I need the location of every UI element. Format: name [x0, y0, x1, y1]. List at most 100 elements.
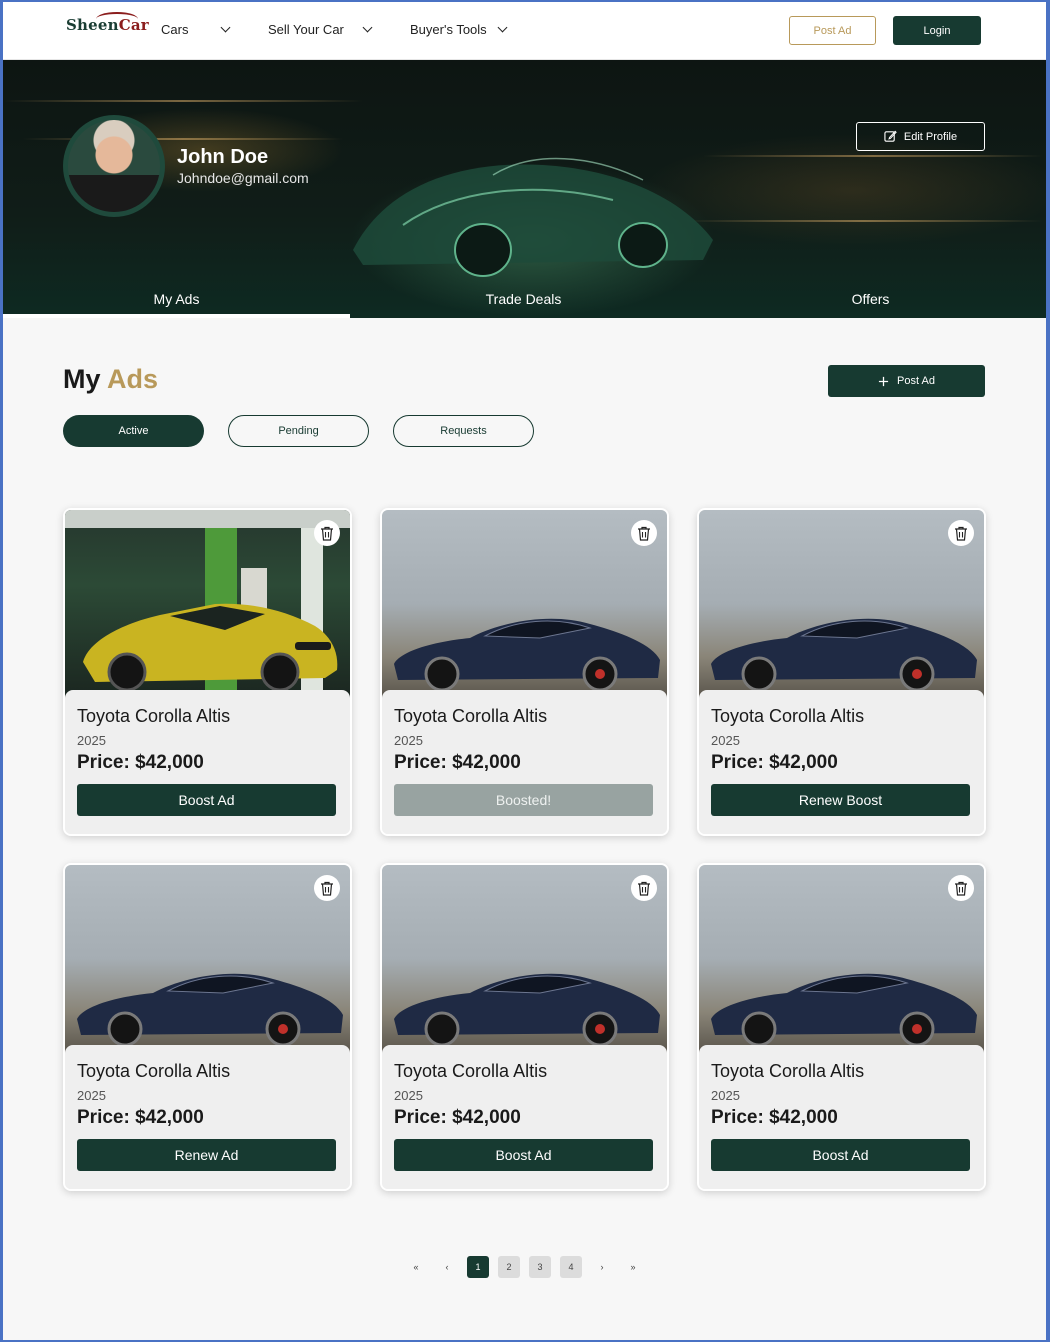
profile-email: Johndoe@gmail.com — [177, 170, 309, 186]
delete-ad-button[interactable] — [631, 875, 657, 901]
blue-coupe-image — [77, 973, 343, 1047]
car-photo — [382, 865, 667, 1053]
filter-pending[interactable]: Pending — [228, 415, 369, 447]
car-year: 2025 — [394, 1088, 423, 1103]
blue-coupe-image — [394, 973, 660, 1047]
car-title: Toyota Corolla Altis — [77, 706, 231, 726]
edit-profile-button[interactable]: Edit Profile — [856, 122, 985, 151]
renew-boost-button[interactable]: Renew Boost — [711, 784, 970, 816]
title-word-my: My — [63, 364, 101, 394]
blue-coupe-image — [711, 973, 977, 1047]
page-button-3[interactable]: 3 — [529, 1256, 551, 1278]
light-streak — [3, 100, 363, 102]
card-body: Toyota Corolla Altis 2025 Price: $42,000… — [699, 690, 984, 834]
blue-coupe-image — [711, 618, 977, 692]
nav-cars-dropdown[interactable]: Cars — [161, 22, 231, 37]
page-button-2[interactable]: 2 — [498, 1256, 520, 1278]
tab-label: My Ads — [153, 291, 200, 307]
boosted-status-button: Boosted! — [394, 784, 653, 816]
top-navbar: SheenCar Cars Sell Your Car Buyer's Tool… — [3, 2, 1046, 60]
delete-ad-button[interactable] — [314, 520, 340, 546]
trash-icon — [321, 526, 333, 541]
ad-card[interactable]: Toyota Corolla Altis 2025 Price: $42,000… — [697, 508, 986, 836]
nav-buyers-tools-label: Buyer's Tools — [410, 22, 487, 37]
trash-icon — [638, 881, 650, 896]
boost-ad-button[interactable]: Boost Ad — [394, 1139, 653, 1171]
next-page-button[interactable]: › — [591, 1256, 613, 1278]
car-price: Price: $42,000 — [77, 752, 204, 773]
page-button-4[interactable]: 4 — [560, 1256, 582, 1278]
yellow-sedan-image — [83, 603, 338, 692]
delete-ad-button[interactable] — [948, 520, 974, 546]
car-title: Toyota Corolla Altis — [394, 1061, 548, 1081]
delete-ad-button[interactable] — [631, 520, 657, 546]
profile-name: John Doe — [177, 146, 269, 168]
card-body: Toyota Corolla Altis 2025 Price: $42,000… — [65, 690, 350, 834]
car-price: Price: $42,000 — [394, 752, 521, 773]
car-photo — [382, 510, 667, 698]
ad-card[interactable]: Toyota Corolla Altis 2025 Price: $42,000… — [63, 508, 352, 836]
nav-buyers-tools-dropdown[interactable]: Buyer's Tools — [410, 22, 508, 37]
avatar-photo — [68, 120, 160, 212]
car-photo — [699, 510, 984, 698]
profile-banner: John Doe Johndoe@gmail.com Edit Profile … — [3, 60, 1046, 318]
logo-swoosh-icon — [96, 12, 138, 26]
car-price: Price: $42,000 — [394, 1107, 521, 1128]
delete-ad-button[interactable] — [314, 875, 340, 901]
trash-icon — [955, 526, 967, 541]
car-year: 2025 — [77, 1088, 106, 1103]
page-title: My Ads — [63, 364, 158, 395]
post-ad-label: Post Ad — [897, 375, 935, 387]
car-year: 2025 — [77, 733, 106, 748]
filter-active[interactable]: Active — [63, 415, 204, 447]
trash-icon — [321, 881, 333, 896]
nav-sell-dropdown[interactable]: Sell Your Car — [268, 22, 373, 37]
boost-ad-button[interactable]: Boost Ad — [711, 1139, 970, 1171]
delete-ad-button[interactable] — [948, 875, 974, 901]
canopy — [65, 510, 350, 528]
tab-label: Trade Deals — [485, 291, 562, 307]
tab-my-ads[interactable]: My Ads — [3, 280, 350, 318]
car-price: Price: $42,000 — [711, 1107, 838, 1128]
car-photo — [65, 510, 350, 698]
car-price: Price: $42,000 — [711, 752, 838, 773]
car-price: Price: $42,000 — [77, 1107, 204, 1128]
login-button[interactable]: Login — [893, 16, 981, 45]
filter-requests[interactable]: Requests — [393, 415, 534, 447]
edit-profile-label: Edit Profile — [903, 130, 958, 143]
active-tab-indicator — [3, 314, 350, 318]
car-year: 2025 — [711, 733, 740, 748]
page-button-1[interactable]: 1 — [467, 1256, 489, 1278]
prev-page-button[interactable]: ‹ — [436, 1256, 458, 1278]
ad-card[interactable]: Toyota Corolla Altis 2025 Price: $42,000… — [63, 863, 352, 1191]
light-streak — [703, 155, 1043, 157]
chevron-down-icon — [221, 22, 231, 33]
ad-card[interactable]: Toyota Corolla Altis 2025 Price: $42,000… — [697, 863, 986, 1191]
renew-ad-button[interactable]: Renew Ad — [77, 1139, 336, 1171]
banner-sports-car-image — [353, 157, 713, 277]
car-year: 2025 — [711, 1088, 740, 1103]
nav-sell-label: Sell Your Car — [268, 22, 344, 37]
ad-card[interactable]: Toyota Corolla Altis 2025 Price: $42,000… — [380, 863, 669, 1191]
first-page-button[interactable]: « — [405, 1256, 427, 1278]
card-body: Toyota Corolla Altis 2025 Price: $42,000… — [382, 1045, 667, 1189]
title-word-ads: Ads — [107, 364, 159, 394]
edit-icon — [884, 130, 897, 142]
tab-offers[interactable]: Offers — [697, 280, 1044, 318]
profile-avatar[interactable] — [63, 115, 165, 217]
tab-trade-deals[interactable]: Trade Deals — [350, 280, 697, 318]
car-title: Toyota Corolla Altis — [394, 706, 548, 726]
car-title: Toyota Corolla Altis — [711, 1061, 865, 1081]
last-page-button[interactable]: » — [622, 1256, 644, 1278]
nav-post-ad-button[interactable]: Post Ad — [789, 16, 876, 45]
car-photo — [65, 865, 350, 1053]
boost-ad-button[interactable]: Boost Ad — [77, 784, 336, 816]
car-title: Toyota Corolla Altis — [77, 1061, 231, 1081]
trash-icon — [955, 881, 967, 896]
blue-coupe-image — [394, 618, 660, 692]
ad-card[interactable]: Toyota Corolla Altis 2025 Price: $42,000… — [380, 508, 669, 836]
post-ad-button[interactable]: Post Ad — [828, 365, 985, 397]
nav-cars-label: Cars — [161, 22, 189, 37]
car-year: 2025 — [394, 733, 423, 748]
logo[interactable]: SheenCar — [66, 12, 149, 34]
